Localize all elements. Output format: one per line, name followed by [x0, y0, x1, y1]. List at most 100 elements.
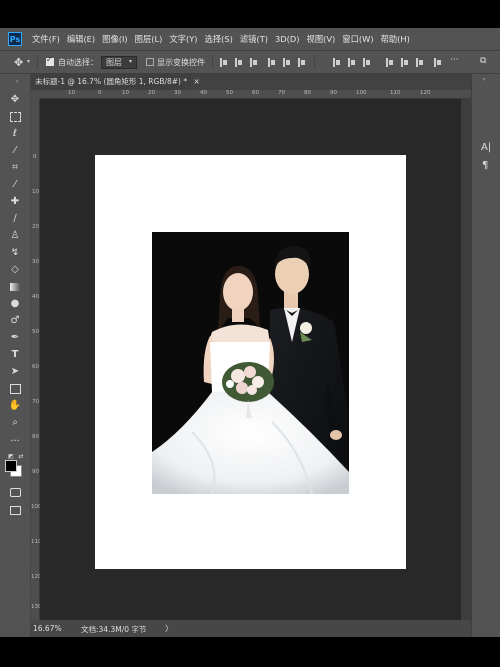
- ruler-tick-label: 40: [200, 90, 207, 96]
- type-tool-icon[interactable]: T: [8, 348, 22, 361]
- menu-view[interactable]: 视图(V): [307, 33, 336, 45]
- photoshop-window: Ps 文件(F) 编辑(E) 图像(I) 图层(L) 文字(Y) 选择(S) 滤…: [0, 28, 500, 637]
- document-tab-title: 未标题-1 @ 16.7% (圆角矩形 1, RGB/8#) *: [35, 77, 188, 86]
- quick-select-tool-icon[interactable]: ⁄: [8, 144, 22, 157]
- align-hcenter-icon[interactable]: [235, 58, 242, 67]
- ruler-tick-label: 10: [122, 90, 129, 96]
- ruler-tick-label: 60: [252, 90, 259, 96]
- show-transform-label: 显示变换控件: [157, 58, 205, 67]
- ruler-tick-label: 120: [420, 90, 431, 96]
- preset-dropdown-arrow-icon[interactable]: ▾: [27, 58, 30, 65]
- ruler-tick-label: 60: [32, 364, 39, 370]
- document-tab[interactable]: 未标题-1 @ 16.7% (圆角矩形 1, RGB/8#) * ×: [31, 74, 200, 90]
- ruler-tick-label: 80: [304, 90, 311, 96]
- wedding-photo: [152, 232, 349, 494]
- menu-help[interactable]: 帮助(H): [381, 33, 410, 45]
- blur-tool-icon[interactable]: ●: [8, 297, 22, 310]
- quick-mask-icon[interactable]: [8, 486, 22, 499]
- close-icon[interactable]: ×: [194, 77, 200, 86]
- menu-image[interactable]: 图像(I): [102, 33, 128, 45]
- 3d-mode-icon[interactable]: ⧉: [480, 56, 486, 66]
- distribute-vcenter-icon[interactable]: [348, 58, 355, 67]
- character-panel-icon[interactable]: A|: [481, 142, 491, 153]
- hand-tool-icon[interactable]: ✋: [8, 399, 22, 412]
- tools-panel: » ✥ ℓ ⁄ ⌗ ⁄ ✚ ∕ ♙ ↯ ◇ ● ♂ ✒ T ➤ ✋ ⌕ ··· …: [0, 74, 31, 637]
- chevron-down-icon: ▾: [129, 58, 133, 65]
- brush-tool-icon[interactable]: ∕: [8, 212, 22, 225]
- distribute-bottom-icon[interactable]: [363, 58, 370, 67]
- marquee-tool-icon[interactable]: [8, 110, 22, 123]
- menu-edit[interactable]: 编辑(E): [67, 33, 95, 45]
- menu-select[interactable]: 选择(S): [205, 33, 233, 45]
- rectangle-tool-icon[interactable]: [8, 382, 22, 395]
- ruler-tick-label: 30: [32, 259, 39, 265]
- photoshop-logo: Ps: [8, 32, 22, 46]
- zoom-tool-icon[interactable]: ⌕: [8, 416, 22, 429]
- healing-brush-tool-icon[interactable]: ✚: [8, 195, 22, 208]
- align-top-icon[interactable]: [268, 58, 275, 67]
- menu-type[interactable]: 文字(Y): [169, 33, 197, 45]
- ruler-tick-label: 70: [278, 90, 285, 96]
- menu-file[interactable]: 文件(F): [32, 33, 60, 45]
- ruler-origin[interactable]: [31, 90, 40, 99]
- zoom-level[interactable]: 16.67%: [33, 624, 62, 633]
- distribute-right-icon[interactable]: [416, 58, 423, 67]
- pen-tool-icon[interactable]: ✒: [8, 331, 22, 344]
- path-select-tool-icon[interactable]: ➤: [8, 365, 22, 378]
- menu-layer[interactable]: 图层(L): [135, 33, 163, 45]
- collapse-panels-icon[interactable]: «: [482, 76, 486, 83]
- clone-stamp-tool-icon[interactable]: ♙: [8, 229, 22, 242]
- eyedropper-tool-icon[interactable]: ⁄: [8, 178, 22, 191]
- divider: [212, 55, 213, 69]
- menu-3d[interactable]: 3D(D): [275, 34, 300, 44]
- align-left-icon[interactable]: [220, 58, 227, 67]
- eraser-tool-icon[interactable]: ◇: [8, 263, 22, 276]
- history-brush-tool-icon[interactable]: ↯: [8, 246, 22, 259]
- wedding-photo-layer[interactable]: [152, 232, 349, 494]
- paragraph-panel-icon[interactable]: ¶: [482, 160, 488, 171]
- auto-select-label: 自动选择：: [58, 58, 98, 67]
- right-panel-dock: « A| ¶: [471, 74, 500, 637]
- ruler-tick-label: 90: [32, 469, 39, 475]
- more-tools-icon[interactable]: ···: [8, 435, 22, 448]
- move-tool-preset-icon[interactable]: ✥: [14, 56, 23, 69]
- gradient-tool-icon[interactable]: [8, 280, 22, 293]
- ruler-tick-label: 90: [330, 90, 337, 96]
- status-menu-arrow-icon[interactable]: 〉: [165, 623, 173, 634]
- ruler-tick-label: 100: [356, 90, 367, 96]
- auto-align-icon[interactable]: [434, 58, 441, 67]
- divider: [37, 55, 38, 69]
- lasso-tool-icon[interactable]: ℓ: [8, 127, 22, 140]
- ruler-tick-label: 40: [32, 294, 39, 300]
- distribute-top-icon[interactable]: [333, 58, 340, 67]
- ruler-tick-label: 50: [226, 90, 233, 96]
- status-bar: 16.67% 文档:34.3M/0 字节 〉: [31, 620, 471, 637]
- move-tool-icon[interactable]: ✥: [8, 93, 22, 106]
- distribute-hcenter-icon[interactable]: [401, 58, 408, 67]
- document-info: 文档:34.3M/0 字节: [81, 625, 147, 634]
- menu-window[interactable]: 窗口(W): [342, 33, 373, 45]
- ruler-tick-label: 70: [32, 399, 39, 405]
- foreground-color-swatch[interactable]: [5, 460, 17, 472]
- crop-tool-icon[interactable]: ⌗: [8, 161, 22, 174]
- menu-bar: Ps 文件(F) 编辑(E) 图像(I) 图层(L) 文字(Y) 选择(S) 滤…: [0, 28, 500, 50]
- dodge-tool-icon[interactable]: ♂: [8, 314, 22, 327]
- horizontal-ruler[interactable]: 10 0 10 20 30 40 50 60 70 80 90 100 110 …: [40, 90, 471, 99]
- options-bar: ✥ ▾ ✓ 自动选择： 图层 ▾ 显示变换控件 ··· ⧉: [0, 50, 500, 74]
- ruler-tick-label: 20: [148, 90, 155, 96]
- ruler-tick-label: 80: [32, 434, 39, 440]
- distribute-left-icon[interactable]: [386, 58, 393, 67]
- checkmark-icon: ✓: [46, 55, 53, 64]
- more-options-icon[interactable]: ···: [450, 55, 459, 65]
- align-right-icon[interactable]: [250, 58, 257, 67]
- collapse-icon[interactable]: »: [10, 75, 24, 88]
- screen-mode-icon[interactable]: [8, 504, 22, 517]
- divider: [314, 55, 315, 69]
- layer-select-value: 图层: [106, 58, 122, 67]
- align-bottom-icon[interactable]: [298, 58, 305, 67]
- vertical-scrollbar[interactable]: [461, 99, 471, 620]
- align-vcenter-icon[interactable]: [283, 58, 290, 67]
- show-transform-checkbox[interactable]: [146, 58, 154, 66]
- menu-filter[interactable]: 滤镜(T): [240, 33, 268, 45]
- vertical-ruler[interactable]: 0 10 20 30 40 50 60 70 80 90 100 110 120…: [31, 99, 42, 620]
